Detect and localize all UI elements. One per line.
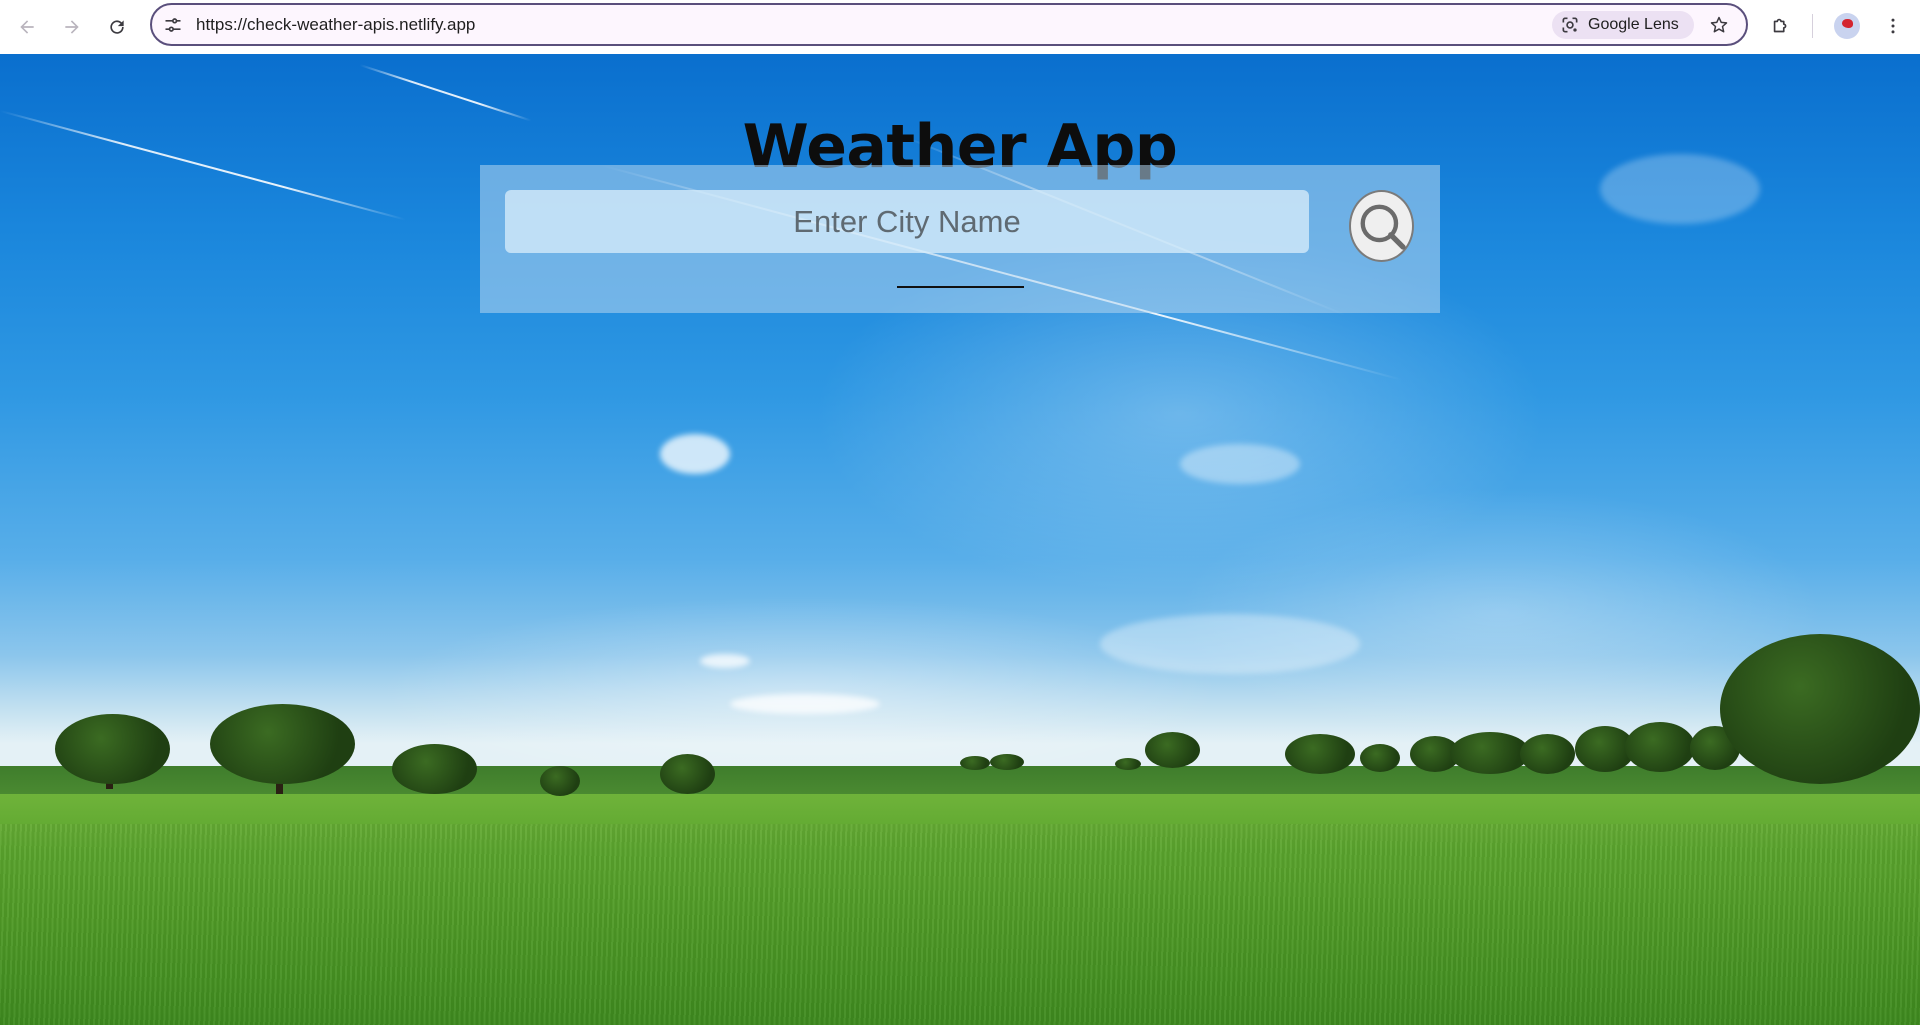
- puzzle-icon: [1773, 18, 1787, 33]
- arrow-right-icon: [65, 20, 79, 34]
- address-bar[interactable]: https://check-weather-apis.netlify.app G…: [150, 3, 1748, 46]
- reload-icon: [110, 20, 124, 34]
- avatar: [1834, 13, 1860, 39]
- extensions-button[interactable]: [1763, 8, 1799, 44]
- tune-icon: [165, 18, 181, 32]
- site-info-button[interactable]: [162, 14, 184, 36]
- city-search-input[interactable]: [505, 190, 1309, 253]
- page-viewport: Weather App: [0, 54, 1920, 1025]
- chrome-menu-button[interactable]: [1875, 8, 1911, 44]
- profile-button[interactable]: [1829, 8, 1865, 44]
- reload-button[interactable]: [99, 9, 135, 45]
- kebab-menu-icon: [1891, 18, 1895, 34]
- google-lens-icon: [1562, 17, 1578, 33]
- search-icon: [1360, 204, 1406, 250]
- google-lens-button[interactable]: Google Lens: [1552, 11, 1694, 39]
- forward-button[interactable]: [54, 9, 90, 45]
- result-divider: [897, 286, 1024, 288]
- browser-toolbar: https://check-weather-apis.netlify.app G…: [0, 0, 1920, 54]
- back-button[interactable]: [9, 9, 45, 45]
- google-lens-label: Google Lens: [1588, 16, 1679, 33]
- arrow-left-icon: [20, 20, 34, 34]
- search-button[interactable]: [1349, 190, 1414, 262]
- toolbar-divider: [1812, 14, 1813, 38]
- bookmark-button[interactable]: [1706, 12, 1732, 38]
- star-icon: [1710, 16, 1728, 33]
- search-panel: [480, 165, 1440, 313]
- url-text[interactable]: https://check-weather-apis.netlify.app: [196, 5, 475, 44]
